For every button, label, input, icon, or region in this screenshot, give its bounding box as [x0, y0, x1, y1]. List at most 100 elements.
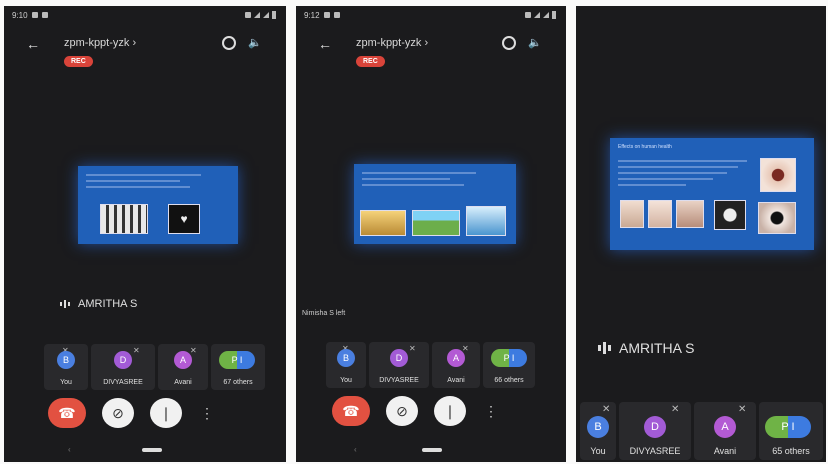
speaker-name: AMRITHA S — [619, 340, 695, 356]
status-bar: 9:10 — [12, 9, 276, 21]
participant-tile[interactable]: ✕ B You — [580, 402, 616, 460]
screenshot-collage: 9:10 ← zpm-kppt-yzk › REC 🔈 ♥ AMRITHA S … — [0, 0, 828, 464]
participant-strip: ✕ B You ✕ D DIVYASREE ✕ A Avani P I 66 o… — [326, 342, 535, 388]
avatar: D — [114, 351, 132, 369]
signal-icon — [543, 12, 549, 18]
audio-level-icon — [60, 300, 70, 308]
participant-name: Avani — [447, 377, 465, 384]
phone-screen-1: 9:10 ← zpm-kppt-yzk › REC 🔈 ♥ AMRITHA S … — [4, 6, 286, 462]
notification-icon — [323, 12, 330, 18]
participant-name: You — [340, 377, 352, 384]
wifi-icon — [534, 12, 540, 18]
mic-off-icon: ✕ — [671, 404, 680, 415]
participant-tile[interactable]: ✕ D DIVYASREE — [369, 342, 429, 388]
avatar-group: P I — [491, 349, 527, 367]
slide-image — [758, 202, 796, 234]
participant-name: 67 others — [223, 379, 253, 386]
participant-name: 66 others — [494, 377, 524, 384]
mic-off-icon: ✕ — [190, 346, 197, 355]
mic-off-icon: ✕ — [409, 344, 416, 353]
avatar-group: P I — [219, 351, 255, 369]
speaker-icon[interactable]: 🔈 — [248, 36, 262, 49]
avatar: A — [447, 349, 465, 367]
video-off-icon[interactable]: ⊘ — [386, 396, 418, 426]
slide-image — [676, 200, 704, 228]
slide-title: Effects on human health — [618, 144, 672, 150]
meeting-header: ← zpm-kppt-yzk › REC 🔈 — [16, 34, 274, 68]
mic-off-icon: ✕ — [133, 346, 140, 355]
signal-icon — [263, 12, 269, 18]
slide-image — [620, 200, 644, 228]
arrow-left-icon[interactable]: ← — [26, 36, 40, 52]
cast-icon — [245, 12, 251, 18]
notification-icon — [333, 12, 340, 18]
arrow-left-icon[interactable]: ← — [318, 36, 332, 52]
active-speaker: AMRITHA S — [60, 298, 137, 310]
nav-back-icon[interactable]: ‹ — [354, 445, 357, 454]
call-controls: ☎ ⊘ ❘ ⋮ — [48, 398, 216, 428]
speaker-icon[interactable]: 🔈 — [528, 36, 542, 49]
nav-back-icon[interactable]: ‹ — [68, 445, 71, 454]
phone-hangup-icon[interactable]: ☎ — [332, 396, 370, 426]
phone-hangup-icon[interactable]: ☎ — [48, 398, 86, 428]
slide-image — [360, 210, 406, 236]
cast-icon — [525, 12, 531, 18]
battery-icon — [552, 11, 556, 19]
camera-switch-icon[interactable] — [502, 36, 516, 50]
avatar: A — [174, 351, 192, 369]
shared-screen: ♥ — [78, 166, 238, 244]
video-off-icon[interactable]: ⊘ — [102, 398, 134, 428]
avatar: D — [390, 349, 408, 367]
participant-tile[interactable]: ✕ A Avani — [694, 402, 756, 460]
participant-name: Avani — [174, 379, 192, 386]
participant-name: DIVYASREE — [629, 446, 681, 456]
shared-screen — [354, 164, 516, 244]
participant-tile[interactable]: ✕ D DIVYASREE — [91, 344, 155, 390]
participant-tile[interactable]: ✕ A Avani — [432, 342, 480, 388]
audio-level-icon — [598, 342, 611, 354]
participant-left-notice: Nimisha S left — [302, 310, 346, 317]
wifi-icon — [254, 12, 260, 18]
avatar: B — [337, 349, 355, 367]
active-speaker: AMRITHA S — [598, 340, 694, 356]
participant-name: You — [60, 379, 72, 386]
slide-image — [760, 158, 796, 192]
slide-image — [412, 210, 460, 236]
speaker-name: AMRITHA S — [78, 298, 138, 310]
avatar: B — [587, 416, 609, 438]
notification-icon — [41, 12, 48, 18]
mic-off-icon: ✕ — [602, 404, 611, 415]
participant-name: Avani — [713, 446, 737, 456]
participant-tile-others[interactable]: P I 67 others — [211, 344, 265, 390]
slide-image — [466, 206, 506, 236]
participant-strip: ✕ B You ✕ D DIVYASREE ✕ A Avani P I 65 o… — [580, 402, 823, 460]
mic-off-icon: ✕ — [738, 404, 747, 415]
slide-image — [714, 200, 746, 230]
notification-icon — [31, 12, 38, 18]
status-bar: 9:12 — [304, 9, 556, 21]
participant-tile[interactable]: ✕ D DIVYASREE — [619, 402, 691, 460]
participant-tile[interactable]: ✕ B You — [44, 344, 88, 390]
nav-home-bar[interactable] — [422, 448, 442, 452]
participant-tile[interactable]: ✕ A Avani — [158, 344, 208, 390]
call-controls: ☎ ⊘ ❘ ⋮ — [332, 396, 500, 426]
mic-off-icon[interactable]: ❘ — [150, 398, 182, 428]
status-time: 9:10 — [12, 10, 28, 20]
nav-home-bar[interactable] — [142, 448, 162, 452]
meeting-code[interactable]: zpm-kppt-yzk › — [356, 37, 428, 49]
meeting-code[interactable]: zpm-kppt-yzk › — [64, 37, 136, 49]
avatar-group: P I — [765, 416, 811, 438]
camera-switch-icon[interactable] — [222, 36, 236, 50]
participant-tile[interactable]: ✕ B You — [326, 342, 366, 388]
battery-icon — [272, 11, 276, 19]
participant-name: You — [590, 446, 606, 456]
participant-tile-others[interactable]: P I 66 others — [483, 342, 535, 388]
avatar: A — [714, 416, 736, 438]
avatar: B — [57, 351, 75, 369]
mic-off-icon[interactable]: ❘ — [434, 396, 466, 426]
more-vert-icon[interactable]: ⋮ — [198, 398, 216, 428]
participant-name: 65 others — [772, 446, 810, 456]
rec-badge: REC — [356, 56, 385, 67]
more-vert-icon[interactable]: ⋮ — [482, 396, 500, 426]
participant-tile-others[interactable]: P I 65 others — [759, 402, 823, 460]
